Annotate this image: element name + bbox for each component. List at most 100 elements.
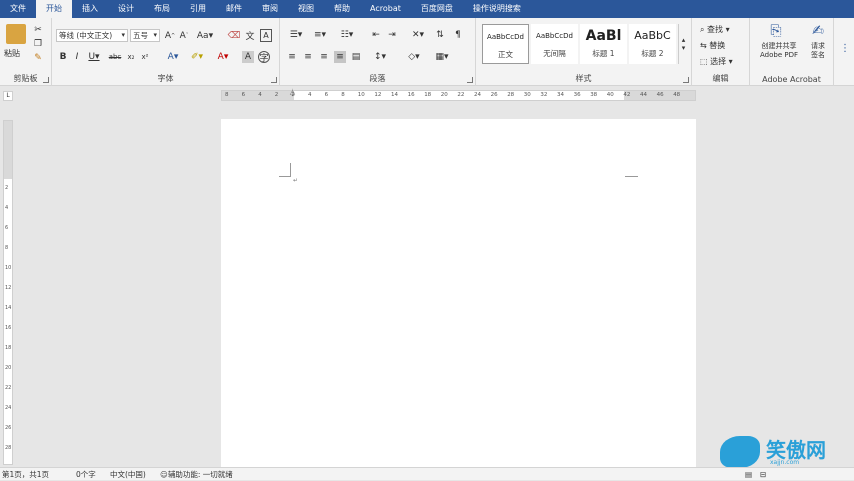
bullets-icon[interactable]: ☰▾ bbox=[286, 29, 306, 41]
ruler-tick: 4 bbox=[308, 92, 312, 98]
vertical-ruler[interactable]: 2 4 6 8 10 12 14 16 18 20 22 24 26 28 bbox=[3, 120, 13, 465]
align-right-icon[interactable]: ≡ bbox=[318, 51, 330, 63]
decrease-indent-icon[interactable]: ⇤ bbox=[370, 29, 382, 41]
subscript-icon[interactable]: x₂ bbox=[126, 51, 136, 63]
phonetic-guide-icon[interactable]: 文 bbox=[244, 29, 256, 42]
font-name-combo[interactable]: 等线 (中文正文) ▾ bbox=[56, 29, 128, 42]
tab-11[interactable]: 百度网盘 bbox=[411, 0, 463, 18]
borders-icon[interactable]: ▦▾ bbox=[432, 51, 452, 63]
superscript-icon[interactable]: x² bbox=[140, 51, 150, 63]
shark-logo-icon bbox=[720, 436, 760, 468]
tab-7[interactable]: 审阅 bbox=[252, 0, 288, 18]
create-pdf-icon[interactable]: ⎘ bbox=[768, 22, 784, 40]
request-sign-icon[interactable]: ✍ bbox=[810, 22, 826, 40]
more-ribbon-icon[interactable]: ⋮ bbox=[838, 28, 852, 68]
paragraph-group: ☰▾ ≡▾ ☷▾ ⇤ ⇥ ✕▾ ⇅ ¶ ≡ ≡ ≡ ≡ ▤ ↕▾ ◇▾ ▦▾ 段… bbox=[280, 18, 476, 86]
ruler-tick: 36 bbox=[573, 92, 581, 98]
tab-2[interactable]: 插入 bbox=[72, 0, 108, 18]
tab-3[interactable]: 设计 bbox=[108, 0, 144, 18]
highlight-color-icon[interactable]: ✐▾ bbox=[188, 51, 206, 63]
tab-5[interactable]: 引用 bbox=[180, 0, 216, 18]
request-sign-button[interactable]: 请求 签名 bbox=[806, 42, 830, 60]
shrink-font-icon[interactable]: Aˇ bbox=[178, 29, 190, 42]
status-accessibility[interactable]: ☺ 辅助功能: 一切就绪 bbox=[160, 468, 233, 481]
numbering-icon[interactable]: ≡▾ bbox=[310, 29, 330, 41]
create-pdf-button[interactable]: 创建并共享 Adobe PDF bbox=[754, 42, 804, 60]
strikethrough-icon[interactable]: abc bbox=[108, 51, 122, 63]
text-effects-icon[interactable]: A▾ bbox=[164, 51, 182, 63]
vruler-tick: 22 bbox=[5, 385, 12, 391]
italic-icon[interactable]: I bbox=[72, 51, 82, 63]
character-border-icon[interactable]: A bbox=[260, 29, 272, 42]
ruler-tick: 38 bbox=[590, 92, 598, 98]
status-language[interactable]: 中文(中国) bbox=[110, 468, 146, 481]
tab-selector-icon[interactable]: L bbox=[3, 91, 13, 101]
multilevel-list-icon[interactable]: ☷▾ bbox=[336, 29, 358, 41]
align-center-icon[interactable]: ≡ bbox=[302, 51, 314, 63]
format-painter-icon[interactable]: ✎ bbox=[32, 52, 44, 64]
ruler-tick: 18 bbox=[424, 92, 432, 98]
tab-12[interactable]: 操作说明搜索 bbox=[463, 0, 531, 18]
copy-icon[interactable]: ❐ bbox=[32, 38, 44, 50]
ruler-tick: 44 bbox=[640, 92, 647, 98]
ruler-tick: 42 bbox=[623, 92, 631, 98]
style-normal[interactable]: AaBbCcDd 正文 bbox=[482, 24, 529, 64]
chinese-layout-icon[interactable]: ✕▾ bbox=[408, 29, 428, 41]
shading-icon[interactable]: ◇▾ bbox=[404, 51, 424, 63]
paste-icon[interactable] bbox=[6, 24, 26, 44]
ribbon: 粘贴 ✂ ❐ ✎ 剪贴板 等线 (中文正文) ▾ 五号 ▾ A ^ Aˇ Aa▾ ⌫ … bbox=[0, 18, 854, 86]
font-launcher-icon[interactable] bbox=[271, 77, 277, 83]
document-page[interactable]: ↵ bbox=[221, 119, 696, 469]
character-shading-icon[interactable]: A bbox=[242, 51, 254, 63]
sort-icon[interactable]: ⇅ bbox=[434, 29, 446, 41]
vruler-tick: 8 bbox=[5, 245, 9, 251]
vruler-tick: 28 bbox=[5, 445, 12, 451]
align-left-icon[interactable]: ≡ bbox=[286, 51, 298, 63]
change-case-icon[interactable]: Aa▾ bbox=[196, 29, 214, 42]
style-no-spacing[interactable]: AaBbCcDd 无间隔 bbox=[531, 24, 578, 64]
status-words[interactable]: 0个字 bbox=[76, 468, 96, 481]
tab-9[interactable]: 帮助 bbox=[324, 0, 360, 18]
style-heading-2[interactable]: AaBbC 标题 2 bbox=[629, 24, 676, 64]
styles-scroll-icon[interactable]: ▴ ▾ bbox=[678, 24, 688, 64]
font-size-combo[interactable]: 五号 ▾ bbox=[130, 29, 160, 42]
replace-button[interactable]: ⇆ 替换 bbox=[700, 40, 725, 51]
tab-10[interactable]: Acrobat bbox=[360, 0, 411, 18]
styles-launcher-icon[interactable] bbox=[683, 77, 689, 83]
editing-group: ⌕ 查找 ▾ ⇆ 替换 ⬚ 选择 ▾ 编辑 bbox=[692, 18, 750, 86]
print-layout-icon[interactable]: ▤ bbox=[745, 468, 752, 481]
grow-font-icon[interactable]: A ^ bbox=[164, 29, 176, 42]
tab-0[interactable]: 文件 bbox=[0, 0, 36, 18]
vruler-tick: 26 bbox=[5, 425, 12, 431]
paragraph-launcher-icon[interactable] bbox=[467, 77, 473, 83]
horizontal-ruler[interactable]: ⏃ 8 6 4 2 2 4 6 8 10 12 14 16 18 20 22 24 26 28 30 32 34 36 38… bbox=[221, 89, 696, 101]
increase-indent-icon[interactable]: ⇥ bbox=[386, 29, 398, 41]
underline-icon[interactable]: U▾ bbox=[86, 51, 102, 63]
tab-8[interactable]: 视图 bbox=[288, 0, 324, 18]
clipboard-launcher-icon[interactable] bbox=[43, 77, 49, 83]
clear-formatting-icon[interactable]: ⌫ bbox=[228, 29, 241, 42]
justify-icon[interactable]: ≡ bbox=[334, 51, 346, 63]
ruler-tick: 2 bbox=[291, 92, 295, 98]
ruler-tick: 6 bbox=[241, 92, 246, 98]
bold-icon[interactable]: B bbox=[58, 51, 68, 63]
tab-6[interactable]: 邮件 bbox=[216, 0, 252, 18]
select-button[interactable]: ⬚ 选择 ▾ bbox=[700, 56, 733, 67]
show-marks-icon[interactable]: ¶ bbox=[452, 29, 464, 41]
ruler-tick: 6 bbox=[324, 92, 329, 98]
status-bar: 第1页，共1页 0个字 中文(中国) ☺ 辅助功能: 一切就绪 ▤ ⊟ bbox=[0, 467, 854, 480]
tab-1[interactable]: 开始 bbox=[36, 0, 72, 18]
font-color-icon[interactable]: A▾ bbox=[214, 51, 232, 63]
ruler-tick: 8 bbox=[225, 92, 229, 98]
tab-4[interactable]: 布局 bbox=[144, 0, 180, 18]
enclose-characters-icon[interactable]: 字 bbox=[258, 51, 270, 64]
find-button[interactable]: ⌕ 查找 ▾ bbox=[700, 24, 730, 35]
line-spacing-icon[interactable]: ↕▾ bbox=[370, 51, 390, 63]
distributed-icon[interactable]: ▤ bbox=[350, 51, 362, 63]
watermark-logo: 笑傲网 xajjn.com bbox=[720, 432, 850, 472]
cut-icon[interactable]: ✂ bbox=[32, 24, 44, 36]
status-page[interactable]: 第1页，共1页 bbox=[2, 468, 49, 481]
style-heading-1[interactable]: AaBl 标题 1 bbox=[580, 24, 627, 64]
paste-label[interactable]: 粘贴 bbox=[4, 48, 20, 59]
web-layout-icon[interactable]: ⊟ bbox=[760, 468, 766, 481]
